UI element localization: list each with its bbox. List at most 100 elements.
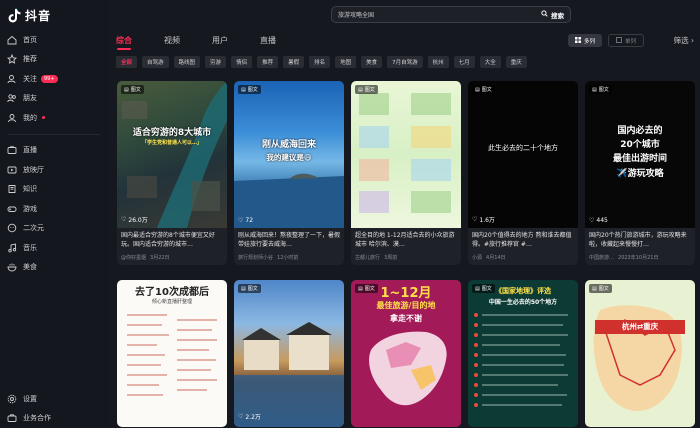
card-thumbnail: ▤ 图文 ♡ 2.2万 bbox=[234, 280, 344, 427]
monthly-destination-infographic bbox=[359, 93, 451, 213]
sidebar-item-recommend[interactable]: 推荐 bbox=[0, 50, 108, 70]
aerial-city-image bbox=[122, 81, 227, 228]
card-thumbnail: ▤ 图文 杭州⇄重庆 bbox=[585, 280, 695, 427]
tab-all[interactable]: 综合 bbox=[116, 35, 132, 50]
chip[interactable]: 美食 bbox=[361, 56, 383, 68]
china-map-image bbox=[369, 331, 447, 406]
follow-icon bbox=[7, 74, 17, 84]
result-card[interactable]: 去了10次成都后 倾心新直播肝整理 bbox=[117, 280, 227, 427]
card-overlay-title: 适合穷游的8大城市 bbox=[132, 128, 212, 138]
card-date: 12小时前 bbox=[277, 255, 299, 261]
like-count-value: 2.2万 bbox=[245, 414, 261, 421]
sidebar-item-label: 直播 bbox=[23, 146, 37, 155]
result-card[interactable]: ▤ 图文 国内必去的 20个城市 最佳出游时间 ✈️游玩攻略 ♡ 445 国内20个… bbox=[585, 81, 695, 265]
chengdu-list-image bbox=[127, 314, 217, 396]
tab-user[interactable]: 用户 bbox=[212, 35, 228, 46]
chip[interactable]: 情侣 bbox=[231, 56, 253, 68]
chip[interactable]: 七月 bbox=[453, 56, 475, 68]
result-card[interactable]: ▤ 图文 1~12月 最佳旅游/目的地 拿走不谢 bbox=[351, 280, 461, 427]
chip[interactable]: 穷游 bbox=[205, 56, 227, 68]
chip[interactable]: 地图 bbox=[335, 56, 357, 68]
card-author[interactable]: 古都儿旅行 bbox=[355, 254, 380, 261]
card-type-tag: ▤ 图文 bbox=[121, 85, 144, 94]
heart-icon: ♡ bbox=[238, 217, 244, 224]
sidebar-item-label: 业务合作 bbox=[23, 414, 51, 423]
result-card[interactable]: ▤ 图文 杭州⇄重庆 bbox=[585, 280, 695, 427]
tab-video[interactable]: 视频 bbox=[164, 35, 180, 46]
card-author[interactable]: 中国旅游… bbox=[589, 254, 614, 261]
sidebar-item-settings[interactable]: 设置 bbox=[0, 389, 108, 409]
result-card[interactable]: ▤ 图文 超全目的地 1-12月适合去的小众旅游城市 哈尔滨、漠… 古都儿旅行 3周… bbox=[351, 81, 461, 265]
chip[interactable]: 7月自驾游 bbox=[387, 56, 423, 68]
like-count-value: 72 bbox=[245, 217, 254, 224]
sidebar-item-friends[interactable]: 朋友 bbox=[0, 89, 108, 109]
card-overlay-subtitle: 我的建议是😄 bbox=[266, 153, 312, 162]
card-author[interactable]: 小源 bbox=[472, 254, 482, 261]
live-icon bbox=[7, 145, 17, 155]
chip-all[interactable]: 全部 bbox=[116, 56, 138, 68]
douyin-logo[interactable]: 抖音 bbox=[8, 7, 51, 24]
result-card[interactable]: ▤ 图文 适合穷游的8大城市 「学生党和普通人可以…」 ♡ 26.0万 国内最适合穷… bbox=[117, 81, 227, 265]
sidebar-item-label: 首页 bbox=[23, 35, 37, 44]
filter-button[interactable]: 筛选 › bbox=[674, 35, 694, 46]
card-type-tag: ▤ 图文 bbox=[589, 85, 612, 94]
sidebar-item-cinema[interactable]: 放映厅 bbox=[0, 160, 108, 180]
food-icon bbox=[7, 262, 17, 272]
sidebar-item-profile[interactable]: 我的 bbox=[0, 108, 108, 128]
chip[interactable]: 推荐 bbox=[257, 56, 279, 68]
sidebar-item-business[interactable]: 业务合作 bbox=[0, 409, 108, 428]
sidebar-item-label: 美食 bbox=[23, 263, 37, 272]
card-meta: 古都儿旅行 3周前 bbox=[351, 252, 461, 265]
sidebar-item-home[interactable]: 首页 bbox=[0, 30, 108, 50]
like-count: ♡ 1.6万 bbox=[472, 215, 495, 224]
business-icon bbox=[7, 413, 17, 423]
result-card[interactable]: ▤ 图文 ♡ 2.2万 bbox=[234, 280, 344, 427]
chip[interactable]: 大全 bbox=[479, 56, 501, 68]
chip[interactable]: 排名 bbox=[309, 56, 331, 68]
tab-live[interactable]: 直播 bbox=[260, 35, 276, 46]
cinema-icon bbox=[7, 165, 17, 175]
search-button[interactable]: 搜索 bbox=[541, 10, 570, 20]
sidebar-item-label: 音乐 bbox=[23, 243, 37, 252]
chip[interactable]: 杭州 bbox=[427, 56, 449, 68]
settings-icon bbox=[7, 394, 17, 404]
sidebar-item-label: 知识 bbox=[23, 185, 37, 194]
chip[interactable]: 路线图 bbox=[173, 56, 201, 68]
notification-dot bbox=[42, 116, 45, 120]
chip[interactable]: 自驾游 bbox=[142, 56, 169, 68]
like-count: ♡ 72 bbox=[238, 217, 253, 224]
like-count-value: 1.6万 bbox=[479, 217, 495, 224]
card-date: 3周前 bbox=[384, 255, 398, 261]
chip[interactable]: 重庆 bbox=[505, 56, 527, 68]
card-title: 刚从威海回来！熬夜整理了一下，暑假 带娃旅行要去威海… bbox=[238, 232, 341, 248]
profile-icon bbox=[7, 113, 17, 123]
card-author[interactable]: 旅行规划师小谷 bbox=[238, 254, 273, 261]
sidebar-item-game[interactable]: 游戏 bbox=[0, 199, 108, 219]
result-card[interactable]: ▤ 图文 《国家地理》评选 中国一生必去的50个地方 bbox=[468, 280, 578, 427]
sidebar-item-knowledge[interactable]: 知识 bbox=[0, 180, 108, 200]
sidebar-item-music[interactable]: 音乐 bbox=[0, 238, 108, 258]
search-input[interactable] bbox=[332, 11, 541, 18]
search-icon bbox=[541, 10, 548, 19]
card-author[interactable]: @你好墨烟 bbox=[121, 254, 146, 261]
sidebar-item-live[interactable]: 直播 bbox=[0, 141, 108, 161]
result-card[interactable]: ▤ 图文 此生必去的二十个地方 ♡ 1.6万 国内20个值得去的地方 熬和谁去都值得… bbox=[468, 81, 578, 265]
card-overlay-title: 杭州⇄重庆 bbox=[621, 322, 659, 331]
card-overlay-subtitle: 20个城市 bbox=[620, 140, 660, 150]
card-meta: 小源 4月14日 bbox=[468, 252, 578, 265]
sidebar-item-anime[interactable]: 二次元 bbox=[0, 219, 108, 239]
result-card[interactable]: ▤ 图文 刚从威海回来 我的建议是😄 ♡ 72 刚从威海回来！熬夜整理了一下，暑假 … bbox=[234, 81, 344, 265]
filter-label: 筛选 bbox=[673, 36, 689, 45]
sidebar-item-food[interactable]: 美食 bbox=[0, 258, 108, 278]
single-column-label: 单列 bbox=[624, 38, 636, 45]
card-thumbnail: ▤ 图文 适合穷游的8大城市 「学生党和普通人可以…」 ♡ 26.0万 bbox=[117, 81, 227, 228]
card-thumbnail: ▤ 图文 刚从威海回来 我的建议是😄 ♡ 72 bbox=[234, 81, 344, 228]
sidebar-item-label: 我的 bbox=[23, 113, 37, 122]
heart-icon: ♡ bbox=[589, 217, 595, 224]
heart-icon: ♡ bbox=[238, 413, 244, 420]
card-title: 超全目的地 1-12月适合去的小众旅游城市 哈尔滨、漠… bbox=[355, 232, 455, 248]
sidebar-item-follow[interactable]: 关注 99+ bbox=[0, 69, 108, 89]
multi-column-button[interactable]: 多列 bbox=[567, 34, 602, 47]
chip[interactable]: 暑假 bbox=[283, 56, 305, 68]
single-column-button[interactable]: 单列 bbox=[607, 34, 644, 47]
